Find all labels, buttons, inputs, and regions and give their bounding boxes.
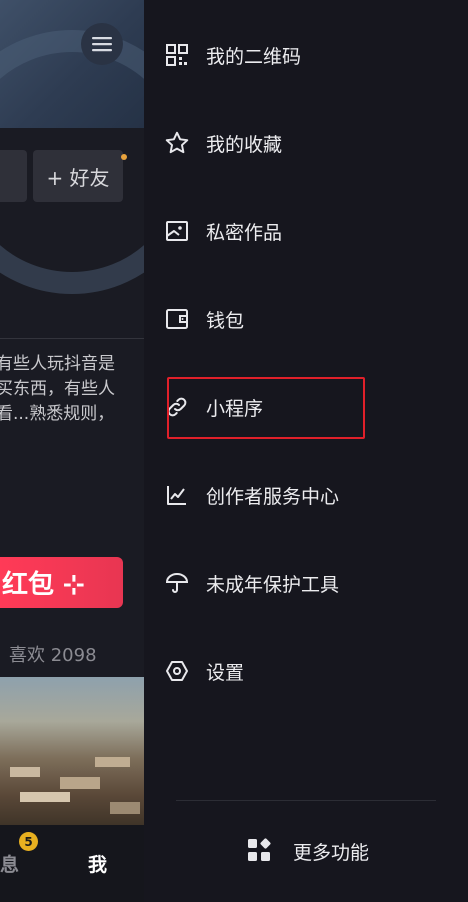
settings-hex-icon: [164, 658, 190, 684]
nav-me[interactable]: 我: [88, 850, 107, 877]
drawer-divider: [176, 800, 436, 801]
add-friend-button[interactable]: + 好友: [33, 150, 127, 202]
private-image-icon: [164, 218, 190, 244]
likes-tab[interactable]: 喜欢 2098: [9, 641, 97, 667]
menu-item-wallet[interactable]: 钱包: [144, 289, 468, 349]
bio-line: 有些人玩抖音是: [0, 354, 115, 374]
umbrella-icon: [164, 570, 190, 596]
message-count-badge: 5: [19, 832, 38, 851]
menu-item-label: 创作者服务中心: [206, 485, 340, 508]
menu-item-label: 未成年保护工具: [206, 573, 340, 596]
red-packet-label: 红包 ⊹: [2, 570, 85, 600]
hamburger-menu-button[interactable]: [81, 23, 123, 65]
menu-item-label: 设置: [206, 661, 245, 684]
menu-item-label: 私密作品: [206, 221, 283, 244]
profile-page-background: + 好友 有些人玩抖音是 买东西，有些人 看...熟悉规则， 红包 ⊹ 喜欢 2…: [0, 0, 144, 902]
menu-item-label: 钱包: [206, 309, 245, 332]
hamburger-icon: [92, 37, 112, 52]
menu-item-qr-code[interactable]: 我的二维码: [144, 25, 468, 85]
more-features-label: 更多功能: [293, 842, 370, 864]
menu-item-settings[interactable]: 设置: [144, 641, 468, 701]
side-drawer: 我的二维码 我的收藏 私密作品 钱包 小程序 创作者服务中心 未成年保护工具 设…: [144, 0, 468, 902]
wallet-icon: [164, 306, 190, 332]
nav-messages[interactable]: 息: [0, 850, 19, 877]
video-thumbnail[interactable]: [0, 677, 144, 825]
profile-banner: [0, 0, 144, 294]
bottom-navigation: 5 息 我: [0, 825, 144, 902]
menu-item-label: 我的二维码: [206, 45, 302, 68]
apps-grid-icon: [247, 838, 271, 862]
edit-profile-button[interactable]: [0, 150, 27, 202]
star-icon: [164, 130, 190, 156]
red-packet-banner[interactable]: 红包 ⊹: [0, 557, 123, 608]
notify-dot: [121, 154, 127, 160]
qr-code-icon: [164, 42, 190, 68]
menu-item-label: 我的收藏: [206, 133, 283, 156]
menu-item-creator-center[interactable]: 创作者服务中心: [144, 465, 468, 525]
profile-bio: 有些人玩抖音是 买东西，有些人 看...熟悉规则，: [0, 352, 144, 427]
menu-item-private-works[interactable]: 私密作品: [144, 201, 468, 261]
more-features-button[interactable]: 更多功能: [144, 830, 468, 870]
bio-line: 买东西，有些人: [0, 379, 115, 399]
bio-line: 看...熟悉规则，: [0, 404, 115, 424]
highlight-annotation-box: [167, 377, 365, 439]
chart-icon: [164, 482, 190, 508]
add-friend-label: + 好友: [46, 165, 110, 190]
menu-item-minor-protection[interactable]: 未成年保护工具: [144, 553, 468, 613]
menu-item-favorites[interactable]: 我的收藏: [144, 113, 468, 173]
